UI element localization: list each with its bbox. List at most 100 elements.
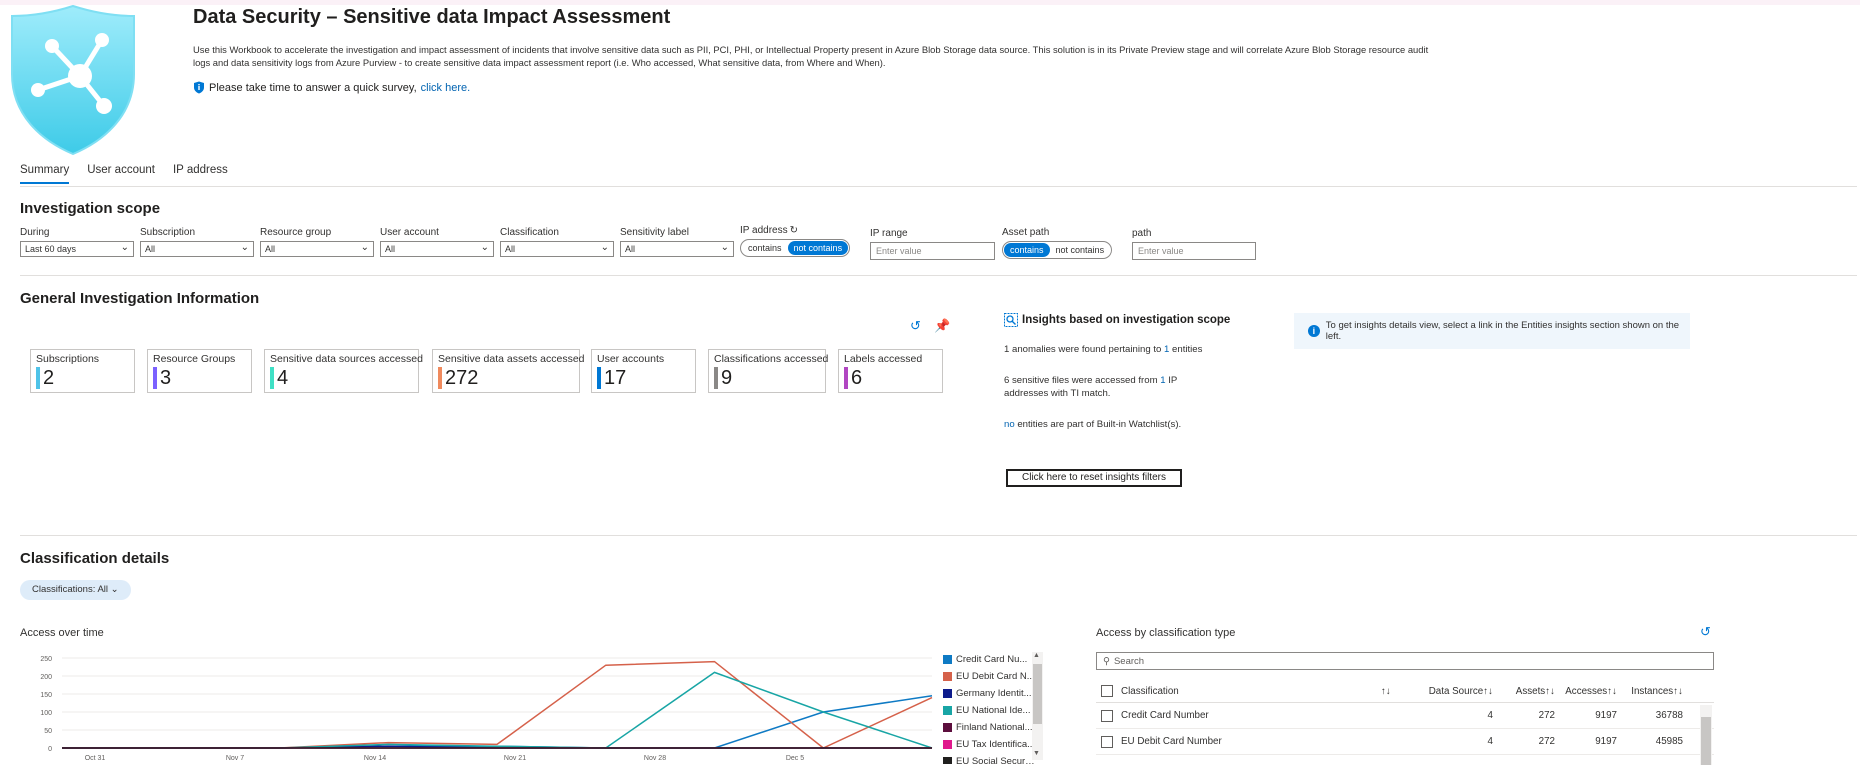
legend-label: EU Social Securit... — [956, 756, 1036, 764]
tile-label: Sensitive data sources accessed — [270, 353, 423, 365]
ip-address-toggle[interactable]: contains not contains — [740, 239, 851, 257]
classification-dropdown[interactable]: All ⌄ — [500, 241, 614, 257]
y-tick-label: 0 — [48, 746, 52, 753]
param-label: Resource group — [260, 227, 332, 238]
insights-title: Insights based on investigation scope — [1022, 314, 1231, 326]
tile-data-assets[interactable]: Sensitive data assets accessed 272 — [432, 349, 585, 393]
col-data-source[interactable]: Data Source↑↓ — [1421, 686, 1493, 697]
param-resource-group: Resource group All ⌄ — [260, 227, 374, 257]
classifications-filter-pill[interactable]: Classifications: All ⌄ — [20, 580, 131, 600]
legend-item[interactable]: EU Social Securit... — [943, 753, 1041, 764]
tile-subscriptions[interactable]: Subscriptions 2 — [30, 349, 135, 393]
tab-ip-address[interactable]: IP address — [173, 164, 228, 184]
dropdown-value: All — [625, 244, 636, 254]
grid-scrollbar[interactable] — [1700, 705, 1712, 765]
param-label: IP range — [870, 228, 908, 239]
insight-ip-link[interactable]: 1 — [1160, 375, 1165, 386]
row-checkbox[interactable] — [1101, 709, 1113, 722]
legend-swatch — [943, 655, 952, 664]
scroll-down-icon[interactable]: ▼ — [1033, 750, 1040, 757]
param-label: Classification — [500, 227, 559, 238]
workbook-header: Data Security – Sensitive data Impact As… — [193, 4, 1443, 94]
ip-range-input[interactable]: Enter value — [870, 242, 995, 260]
reset-insights-button[interactable]: Click here to reset insights filters — [1006, 469, 1182, 487]
param-classification: Classification All ⌄ — [500, 227, 614, 257]
insights-panel: Insights based on investigation scope 1 … — [1004, 313, 1259, 431]
col-accesses[interactable]: Accesses↑↓ — [1555, 686, 1617, 697]
legend-item[interactable]: EU Debit Card N... — [943, 668, 1041, 685]
legend-scrollbar[interactable]: ▲ ▼ — [1032, 652, 1043, 760]
chevron-down-icon: ⌄ — [240, 242, 249, 253]
col-sort[interactable]: ↑↓ — [1381, 686, 1421, 697]
tile-resource-groups[interactable]: Resource Groups 3 — [147, 349, 252, 393]
path-input[interactable]: Enter value — [1132, 242, 1256, 260]
tile-value: 9 — [721, 367, 733, 389]
access-by-type-title: Access by classification type — [1096, 627, 1236, 639]
param-label: IP address ↻ — [740, 225, 850, 236]
select-all-checkbox[interactable] — [1101, 685, 1113, 697]
scroll-up-icon[interactable]: ▲ — [1033, 652, 1040, 659]
tile-value: 6 — [851, 367, 863, 389]
during-dropdown[interactable]: Last 60 days ⌄ — [20, 241, 134, 257]
insights-title-row: Insights based on investigation scope — [1004, 313, 1259, 327]
section-divider — [20, 535, 1857, 536]
legend-item[interactable]: EU National Ide... — [943, 702, 1041, 719]
investigation-scope-title: Investigation scope — [20, 200, 161, 217]
insight-entities-link[interactable]: 1 — [1164, 344, 1169, 355]
general-info-title: General Investigation Information — [20, 290, 260, 307]
ip-address-label: IP address — [740, 225, 788, 236]
insight-watchlist-link[interactable]: no — [1004, 419, 1015, 430]
classification-search-input[interactable]: ⚲ Search — [1096, 652, 1714, 670]
table-row[interactable]: Credit Card Number 4 272 9197 36788 — [1096, 703, 1714, 729]
legend-label: Finland National... — [956, 722, 1033, 733]
tile-label: Subscriptions — [36, 353, 100, 365]
undo-icon[interactable]: ↺ — [910, 318, 921, 334]
y-tick-label: 200 — [40, 674, 52, 681]
col-instances[interactable]: Instances↑↓ — [1617, 686, 1683, 697]
insights-icon — [1004, 313, 1018, 327]
tile-value: 4 — [277, 367, 289, 389]
tile-user-accounts[interactable]: User accounts 17 — [591, 349, 696, 393]
legend-item[interactable]: Credit Card Nu... — [943, 651, 1041, 668]
cell-classification: Credit Card Number — [1121, 710, 1209, 721]
search-icon: ⚲ — [1103, 655, 1110, 667]
insight-text: 6 sensitive files were accessed from — [1004, 375, 1158, 386]
row-checkbox[interactable] — [1101, 735, 1113, 748]
legend-scroll-thumb[interactable] — [1033, 664, 1042, 724]
param-user-account: User account All ⌄ — [380, 227, 494, 257]
legend-item[interactable]: EU Tax Identifica... — [943, 736, 1041, 753]
tile-color-bar — [270, 367, 274, 389]
user-account-dropdown[interactable]: All ⌄ — [380, 241, 494, 257]
grid-scroll-thumb[interactable] — [1701, 717, 1711, 765]
tab-user-account[interactable]: User account — [87, 164, 155, 184]
access-over-time-chart: 0 50 100 150 200 250 Oct 31 Nov 7 Nov 14 Nov 21 No… — [40, 656, 933, 760]
access-over-time-title: Access over time — [20, 627, 104, 639]
tile-labels[interactable]: Labels accessed 6 — [838, 349, 943, 393]
insight-text: entities are part of Built-in Watchlist(… — [1017, 419, 1182, 430]
ip-not-contains-option[interactable]: not contains — [787, 241, 849, 255]
asset-path-toggle[interactable]: contains not contains — [1002, 241, 1113, 259]
col-assets[interactable]: Assets↑↓ — [1493, 686, 1555, 697]
ip-contains-option[interactable]: contains — [742, 241, 788, 255]
pin-icon[interactable]: 📌 — [934, 318, 950, 334]
cell-classification: EU Debit Card Number — [1121, 736, 1222, 747]
tile-value: 272 — [445, 367, 479, 389]
legend-item[interactable]: Germany Identit... — [943, 685, 1041, 702]
legend-label: EU National Ide... — [956, 705, 1031, 716]
subscription-dropdown[interactable]: All ⌄ — [140, 241, 254, 257]
param-path: path Enter value — [1132, 228, 1256, 260]
undo-icon[interactable]: ↺ — [1700, 624, 1711, 640]
tile-data-sources[interactable]: Sensitive data sources accessed 4 — [264, 349, 423, 393]
survey-link[interactable]: click here. — [421, 82, 471, 94]
tile-classifications[interactable]: Classifications accessed 9 — [708, 349, 828, 393]
resource-group-dropdown[interactable]: All ⌄ — [260, 241, 374, 257]
asset-not-contains-option[interactable]: not contains — [1050, 243, 1111, 257]
table-row[interactable]: EU Debit Card Number 4 272 9197 45985 — [1096, 729, 1714, 755]
asset-contains-option[interactable]: contains — [1004, 243, 1050, 257]
sensitivity-label-dropdown[interactable]: All ⌄ — [620, 241, 734, 257]
legend-item[interactable]: Finland National... — [943, 719, 1041, 736]
tab-summary[interactable]: Summary — [20, 164, 70, 184]
col-classification[interactable]: Classification — [1121, 686, 1381, 697]
param-label: User account — [380, 227, 439, 238]
chevron-down-icon: ⌄ — [600, 242, 609, 253]
